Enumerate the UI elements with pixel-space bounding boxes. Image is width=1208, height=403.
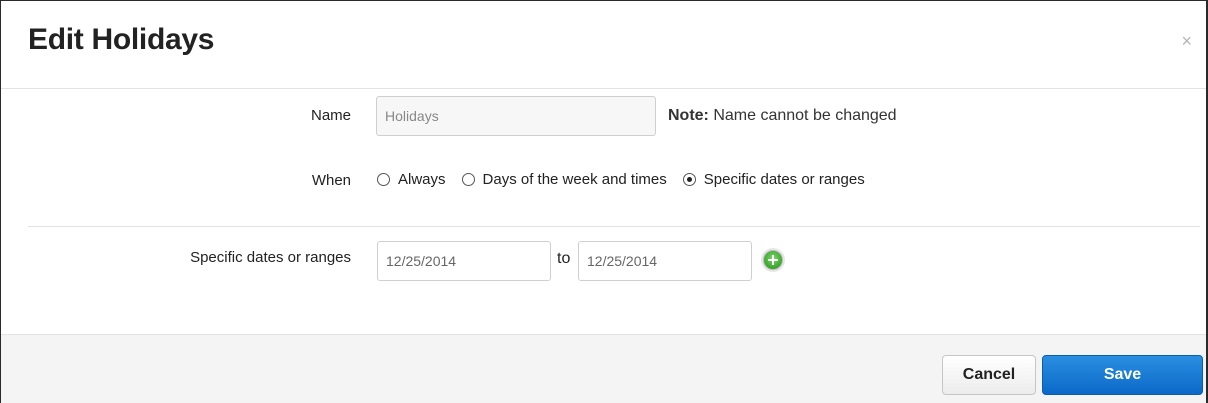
radio-specific-dates-label: Specific dates or ranges — [703, 171, 865, 188]
edit-holidays-dialog: Edit Holidays × Name Note: Name cannot b… — [0, 0, 1208, 403]
close-icon[interactable]: × — [1181, 31, 1192, 52]
radio-circle-specific-dates[interactable] — [682, 173, 696, 186]
name-note: Note: Name cannot be changed — [668, 107, 897, 125]
radio-circle-days-of-week[interactable] — [461, 173, 475, 186]
radio-days-of-week-label: Days of the week and times — [482, 171, 667, 188]
dialog-title: Edit Holidays — [28, 23, 215, 56]
dialog-footer: Cancel Save — [1, 334, 1206, 403]
date-to-input[interactable] — [578, 241, 752, 281]
radio-circle-always[interactable] — [377, 173, 390, 186]
save-button[interactable]: Save — [1042, 355, 1203, 395]
section-divider — [28, 226, 1200, 227]
name-label: Name — [310, 107, 351, 124]
radio-always[interactable]: Always — [377, 171, 446, 188]
dates-label: Specific dates or ranges — [190, 249, 351, 266]
note-text: Name cannot be changed — [708, 107, 897, 124]
name-field[interactable] — [376, 96, 656, 136]
cancel-button[interactable]: Cancel — [942, 355, 1036, 395]
radio-always-label: Always — [398, 171, 446, 188]
radio-days-of-week[interactable]: Days of the week and times — [461, 171, 667, 188]
to-label: to — [557, 250, 571, 267]
dialog-header: Edit Holidays × — [1, 1, 1206, 89]
radio-specific-dates[interactable]: Specific dates or ranges — [682, 171, 865, 188]
date-from-input[interactable] — [377, 241, 551, 281]
when-radio-group: Always Days of the week and times Specif… — [377, 171, 881, 188]
add-circle-icon[interactable] — [763, 250, 783, 270]
note-label: Note: — [668, 107, 709, 124]
when-label: When — [311, 172, 351, 189]
